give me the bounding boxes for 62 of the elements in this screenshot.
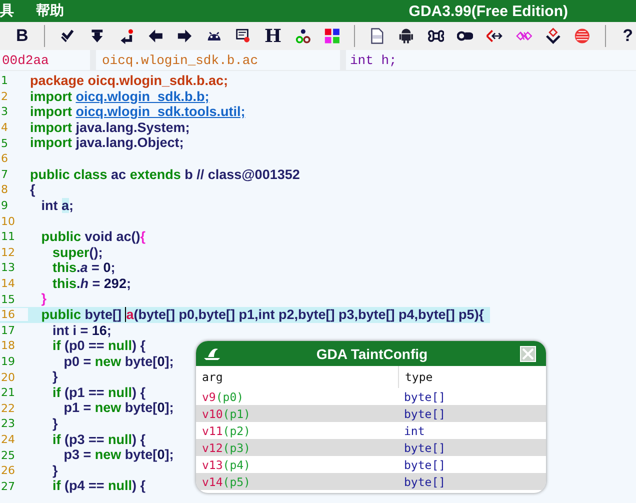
document-icon[interactable]	[369, 27, 386, 45]
code-line: int i = 16;	[52, 322, 112, 338]
table-cell-text: byte[]	[403, 458, 446, 472]
table-cell-text: v10(p1)	[201, 406, 252, 420]
table-cell-text: v11(p2)	[201, 424, 252, 438]
table-cell-text: byte[]	[403, 406, 446, 420]
code-line: }	[40, 291, 47, 307]
column-header[interactable]: arg	[196, 366, 399, 388]
code-line: this.h = 292;	[52, 276, 131, 292]
member-field: int h;	[346, 50, 636, 70]
diamond-arrow-icon[interactable]	[545, 27, 562, 45]
code-line: import java.lang.System;	[29, 120, 190, 136]
table-cell-text: byte[]	[403, 474, 446, 488]
code-line: int a;	[40, 198, 74, 214]
code-line: }	[52, 369, 58, 385]
code-line: p3 = new byte[0];	[62, 447, 174, 463]
code-line: public void ac(){	[40, 228, 146, 245]
table-cell-text: v9(p0)	[201, 390, 245, 404]
close-button[interactable]	[520, 346, 536, 362]
android-icon[interactable]	[398, 27, 415, 45]
code-line: super();	[52, 244, 103, 260]
table-cell-text: int	[403, 424, 425, 438]
code-line: }	[52, 416, 58, 432]
code-line: import oicq.wlogin_sdk.b.b;	[29, 88, 210, 104]
class-field: oicq.wlogin_sdk.b.ac	[96, 50, 340, 70]
code-line: public byte[] a(byte[] p0,byte[] p1,int p2,byte[] p3,byte[] p4,byte[] p5){	[40, 306, 484, 322]
code-line: p1 = new byte[0];	[62, 400, 174, 416]
right-arrow-icon[interactable]	[176, 27, 193, 45]
menu-item[interactable]: 帮助	[36, 2, 64, 20]
code-line: {	[29, 182, 36, 198]
table-cell-text: v12(p3)	[201, 440, 252, 454]
window-title: GDA3.99(Free Edition)	[408, 2, 568, 20]
code-line: if (p0 == null) {	[52, 338, 146, 354]
code-line: if (p3 == null) {	[52, 432, 146, 448]
column-header[interactable]: type	[399, 370, 433, 384]
comment-icon[interactable]	[235, 27, 252, 45]
code-line: public class ac extends b // class@001352	[29, 166, 300, 182]
toolbar-button[interactable]: ?	[620, 26, 636, 46]
toolbar-button[interactable]: B	[14, 26, 30, 46]
table-cell-text: byte[]	[403, 440, 446, 454]
code-line: p0 = new byte[0];	[62, 354, 174, 370]
code-line: import oicq.wlogin_sdk.tools.util;	[29, 104, 246, 120]
line-number: 16	[0, 308, 28, 322]
table-cell-text: v13(p4)	[201, 458, 252, 472]
code-line: import java.lang.Object;	[29, 135, 184, 151]
command-icon[interactable]	[428, 27, 444, 45]
code-line: }	[52, 462, 58, 478]
offset-field: 00d2aa	[0, 50, 90, 70]
code-line: this.a = 0;	[52, 260, 116, 276]
table-cell-text: v14(p5)	[201, 474, 252, 488]
toolbar-button[interactable]: H	[264, 26, 282, 46]
exchange-icon[interactable]	[486, 27, 503, 45]
menu-item[interactable]: 具	[0, 2, 14, 20]
table-cell-text: byte[]	[403, 390, 446, 404]
dialog-title: GDA TaintConfig	[315, 346, 429, 362]
code-line: if (p1 == null) {	[52, 384, 146, 400]
color-grid-icon[interactable]	[324, 27, 340, 45]
down-arrow-icon[interactable]	[88, 27, 105, 45]
code-line: if (p4 == null) {	[52, 478, 146, 494]
code-line: package oicq.wlogin_sdk.b.ac;	[29, 73, 228, 89]
left-arrow-icon[interactable]	[147, 27, 164, 45]
check-arrow-icon[interactable]	[59, 27, 76, 45]
